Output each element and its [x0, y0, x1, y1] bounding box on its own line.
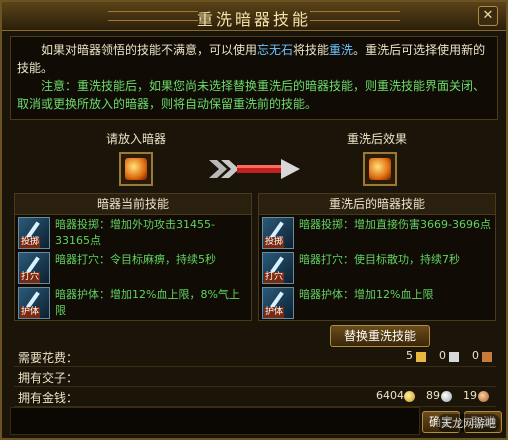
current-skill-row: 护体 暗器护体：增加12%血上限，8%气上限: [15, 286, 251, 320]
silver-value: 89: [426, 389, 440, 402]
replace-skill-button[interactable]: 替换重洗技能: [330, 325, 430, 347]
acupoint-skill-icon: 打穴: [262, 252, 294, 284]
result-weapon-icon: [369, 158, 391, 180]
cost-c-value: 0: [472, 349, 479, 362]
current-skill-row: 打穴 暗器打穴：令目标麻痹，持续5秒: [15, 251, 251, 285]
intro-item-name: 忘无石: [257, 43, 294, 57]
intro-text-2: 将技能: [293, 43, 330, 57]
result-slot: [363, 152, 397, 186]
after-skills-header: 重洗后的暗器技能: [259, 194, 495, 215]
insert-slot-label: 请放入暗器: [106, 132, 167, 146]
after-skill-row: 投掷 暗器投掷：增加直接伤害3669-3696点: [259, 216, 495, 250]
hidden-weapon-icon: [125, 158, 147, 180]
after-skills-panel: 重洗后的暗器技能 投掷 暗器投掷：增加直接伤害3669-3696点 打穴 暗器打…: [258, 193, 496, 321]
throw-skill-icon: 投掷: [18, 217, 50, 249]
intro-note: 注意：重洗技能后，如果您尚未选择替换重洗后的暗器技能，则重洗技能界面关闭、取消或…: [17, 79, 486, 111]
current-skill-row: 投掷 暗器投掷：增加外功攻击31455-33165点: [15, 216, 251, 250]
title-bar[interactable]: 重洗暗器技能 ✕: [2, 2, 506, 31]
gold-bar-icon: [416, 352, 426, 362]
silver-bar-icon: [449, 352, 459, 362]
after-skill-row: 打穴 暗器打穴：使目标散功，持续7秒: [259, 251, 495, 285]
money-row: 拥有金钱： 6404 89 19: [14, 388, 496, 407]
window-title: 重洗暗器技能: [196, 10, 311, 29]
after-skill-text: 暗器投掷：增加直接伤害3669-3696点: [299, 218, 491, 231]
current-skill-text: 暗器护体：增加12%血上限，8%气上限: [55, 288, 240, 317]
after-skill-row: 护体 暗器护体：增加12%血上限: [259, 286, 495, 320]
current-skills-panel: 暗器当前技能 投掷 暗器投掷：增加外功攻击31455-33165点 打穴 暗器打…: [14, 193, 252, 321]
money-label: 拥有金钱：: [18, 391, 79, 405]
gold-value: 6404: [376, 389, 404, 402]
current-skill-text: 暗器打穴：令目标麻痹，持续5秒: [55, 253, 216, 266]
after-skill-text: 暗器护体：增加12%血上限: [299, 288, 434, 301]
intro-reset-word: 重洗: [329, 43, 354, 57]
cost-b-value: 0: [439, 349, 446, 362]
cost-a-value: 5: [406, 349, 413, 362]
silver-coin-icon: [441, 391, 452, 402]
protect-skill-icon: 护体: [18, 287, 50, 319]
hidden-weapon-slot[interactable]: [119, 152, 153, 186]
throw-skill-icon: 投掷: [262, 217, 294, 249]
message-area: [10, 407, 420, 435]
acupoint-skill-icon: 打穴: [18, 252, 50, 284]
current-skills-header: 暗器当前技能: [15, 194, 251, 215]
intro-text-1: 如果对暗器领悟的技能不满意，可以使用: [41, 43, 258, 57]
current-skill-text: 暗器投掷：增加外功攻击31455-33165点: [55, 218, 215, 247]
copper-value: 19: [463, 389, 477, 402]
watermark: 天龙网游吧: [437, 414, 500, 432]
arrow-right-icon: [209, 159, 300, 179]
instructions-box: 如果对暗器领悟的技能不满意，可以使用忘无石将技能重洗。重洗后可选择使用新的技能。…: [10, 36, 498, 120]
protect-skill-icon: 护体: [262, 287, 294, 319]
jiaozi-label: 拥有交子：: [18, 371, 79, 385]
after-skill-text: 暗器打穴：使目标散功，持续7秒: [299, 253, 460, 266]
cost-label: 需要花费：: [18, 351, 79, 365]
jiaozi-row: 拥有交子：: [14, 368, 496, 387]
close-button[interactable]: ✕: [478, 6, 498, 26]
reforge-hidden-weapon-window: 重洗暗器技能 ✕ 如果对暗器领悟的技能不满意，可以使用忘无石将技能重洗。重洗后可…: [0, 0, 508, 440]
copper-bar-icon: [482, 352, 492, 362]
gold-coin-icon: [404, 391, 415, 402]
copper-coin-icon: [478, 391, 489, 402]
cost-row: 需要花费： 5 0 0: [14, 348, 496, 367]
close-icon: ✕: [482, 8, 494, 23]
result-slot-label: 重洗后效果: [347, 132, 408, 146]
